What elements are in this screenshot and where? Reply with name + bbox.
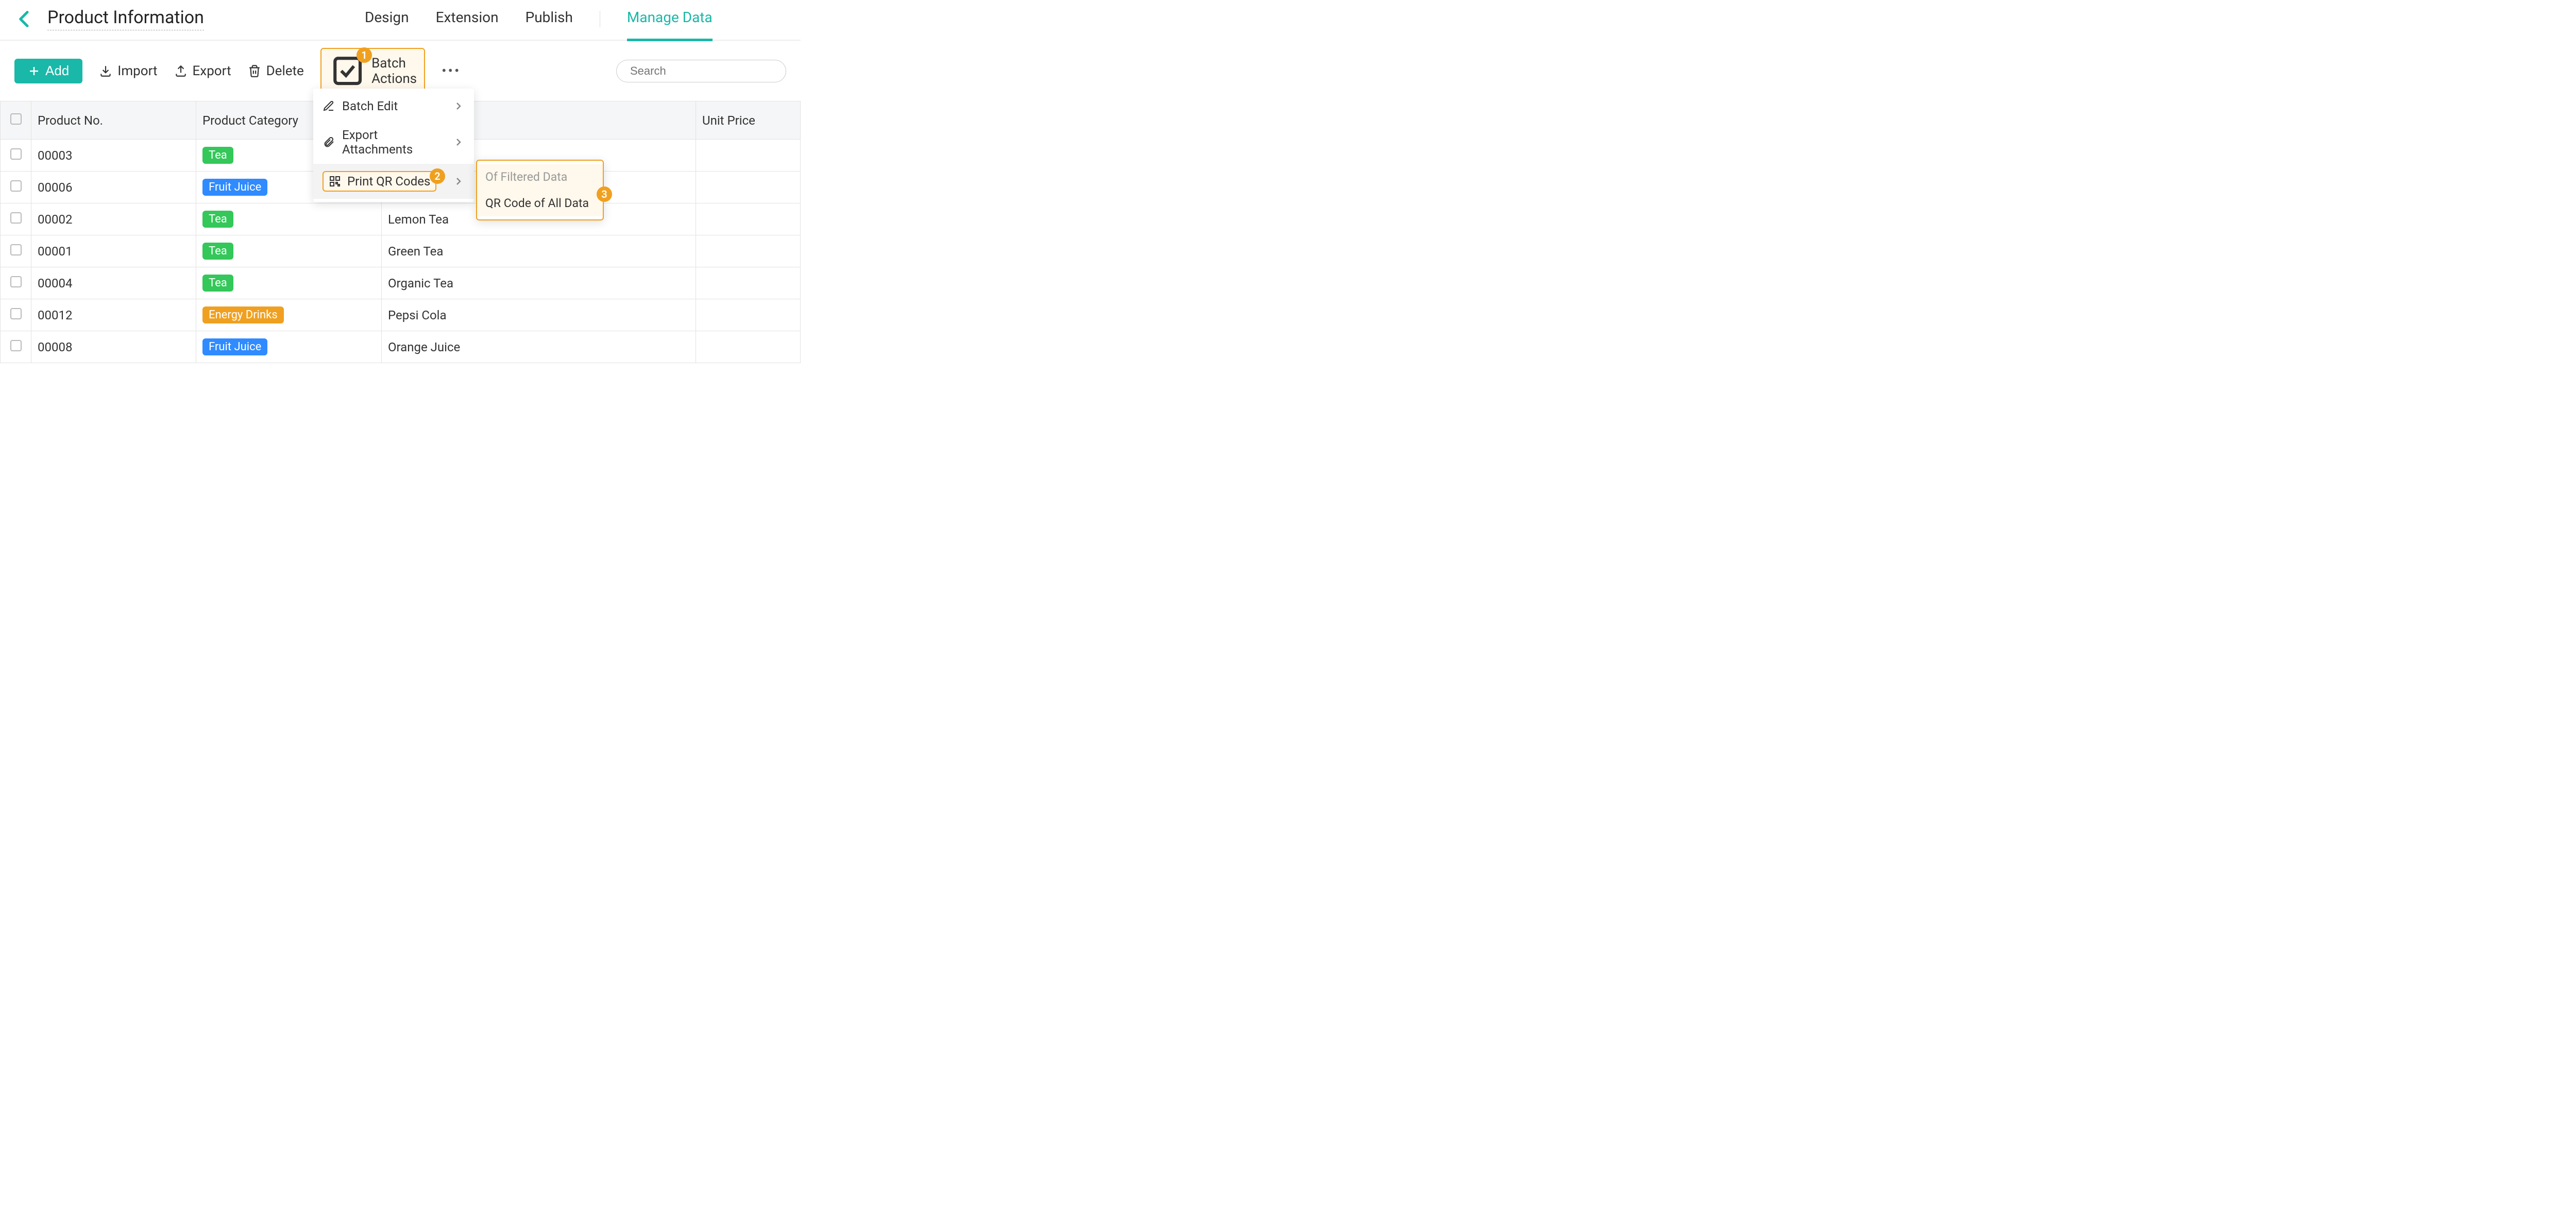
cell-product-name: Pepsi Cola [382,299,696,331]
menu-batch-edit-label: Batch Edit [342,99,398,113]
qr-code-icon [329,175,341,187]
cell-unit-price [696,331,801,363]
cell-product-category: Tea [196,203,382,235]
checkbox-icon[interactable] [10,244,22,255]
cell-product-category: Fruit Juice [196,331,382,363]
cell-product-name: Green Tea [382,235,696,267]
menu-batch-edit[interactable]: Batch Edit [313,92,474,121]
cell-product-no: 00012 [31,299,196,331]
attachment-icon [323,136,335,148]
cell-product-category: Energy Drinks [196,299,382,331]
column-unit-price[interactable]: Unit Price [696,101,801,140]
menu-print-qr-label: Print QR Codes [347,174,430,189]
delete-button[interactable]: Delete [248,63,304,79]
import-button[interactable]: Import [99,63,157,79]
table-row[interactable]: 00002TeaLemon Tea [1,203,801,235]
cell-unit-price [696,267,801,299]
import-icon [99,64,112,78]
callout-badge-3: 3 [597,186,612,202]
header-bar: Product Information Design Extension Pub… [0,0,801,41]
trash-icon [248,64,261,78]
checkbox-icon[interactable] [10,180,22,192]
table-row[interactable]: 00004 Tea Organic Tea [1,267,801,299]
category-badge: Tea [202,211,233,228]
row-checkbox-cell[interactable] [1,299,31,331]
cell-product-no: 00001 [31,235,196,267]
category-badge: Tea [202,243,233,260]
cell-product-category: Tea [196,235,382,267]
import-label: Import [117,63,157,79]
cell-product-name: Orange Juice [382,331,696,363]
batch-actions-label: Batch Actions [371,56,417,87]
tabs: Design Extension Publish Manage Data [365,9,713,29]
cell-unit-price [696,172,801,203]
cell-unit-price [696,203,801,235]
row-checkbox-cell[interactable] [1,140,31,172]
menu-export-attachments[interactable]: Export Attachments [313,121,474,164]
category-badge: Tea [202,147,233,164]
edit-icon [323,100,335,112]
export-label: Export [193,63,231,79]
add-label: Add [45,63,69,79]
checkbox-icon[interactable] [10,148,22,160]
tab-manage-data[interactable]: Manage Data [627,9,713,29]
column-product-no[interactable]: Product No. [31,101,196,140]
cell-unit-price [696,235,801,267]
submenu-all-data[interactable]: QR Code of All Data [477,190,603,216]
checkbox-icon[interactable] [10,212,22,224]
category-badge: Fruit Juice [202,179,267,196]
checkbox-icon[interactable] [10,113,22,125]
chevron-right-icon [452,175,465,187]
row-checkbox-cell[interactable] [1,172,31,203]
row-checkbox-cell[interactable] [1,331,31,363]
callout-badge-1: 1 [357,47,372,63]
menu-export-attachments-label: Export Attachments [342,128,445,157]
cell-unit-price [696,140,801,172]
cell-product-no: 00006 [31,172,196,203]
callout-badge-2: 2 [430,168,445,184]
export-icon [174,64,188,78]
cell-unit-price [696,299,801,331]
table-row[interactable]: 00012 Energy Drinks Pepsi Cola [1,299,801,331]
search-input[interactable] [630,64,778,78]
cell-product-no: 00002 [31,203,196,235]
page-title[interactable]: Product Information [47,7,204,30]
category-badge: Fruit Juice [202,338,267,355]
tab-publish[interactable]: Publish [526,9,573,29]
checkbox-icon[interactable] [10,308,22,319]
batch-actions-button[interactable]: Batch Actions [320,48,425,94]
table-row[interactable]: 00008 Fruit Juice Orange Juice [1,331,801,363]
plus-icon [28,65,40,77]
cell-product-no: 00004 [31,267,196,299]
chevron-right-icon [452,136,465,148]
row-checkbox-cell[interactable] [1,203,31,235]
delete-label: Delete [266,63,304,79]
checkbox-icon[interactable] [10,276,22,287]
cell-product-no: 00008 [31,331,196,363]
cell-product-name: Organic Tea [382,267,696,299]
more-actions-button[interactable]: ••• [442,62,461,79]
cell-product-no: 00003 [31,140,196,172]
category-badge: Tea [202,275,233,292]
column-select-all[interactable] [1,101,31,140]
category-badge: Energy Drinks [202,306,284,323]
table-row[interactable]: 00001 Tea Green Tea [1,235,801,267]
submenu-filtered-data[interactable]: Of Filtered Data [477,164,603,190]
tab-extension[interactable]: Extension [436,9,499,29]
cell-product-category: Tea [196,267,382,299]
menu-print-qr[interactable]: Print QR Codes [313,164,474,199]
tab-design[interactable]: Design [365,9,409,29]
row-checkbox-cell[interactable] [1,267,31,299]
export-button[interactable]: Export [174,63,231,79]
search-box[interactable] [616,60,786,82]
row-checkbox-cell[interactable] [1,235,31,267]
back-icon[interactable] [14,9,35,29]
chevron-right-icon [452,100,465,112]
print-qr-submenu: Of Filtered Data QR Code of All Data [476,160,604,220]
checkbox-icon[interactable] [10,340,22,351]
add-button[interactable]: Add [14,59,82,83]
batch-actions-menu: Batch Edit Export Attachments Print QR C… [313,89,474,202]
